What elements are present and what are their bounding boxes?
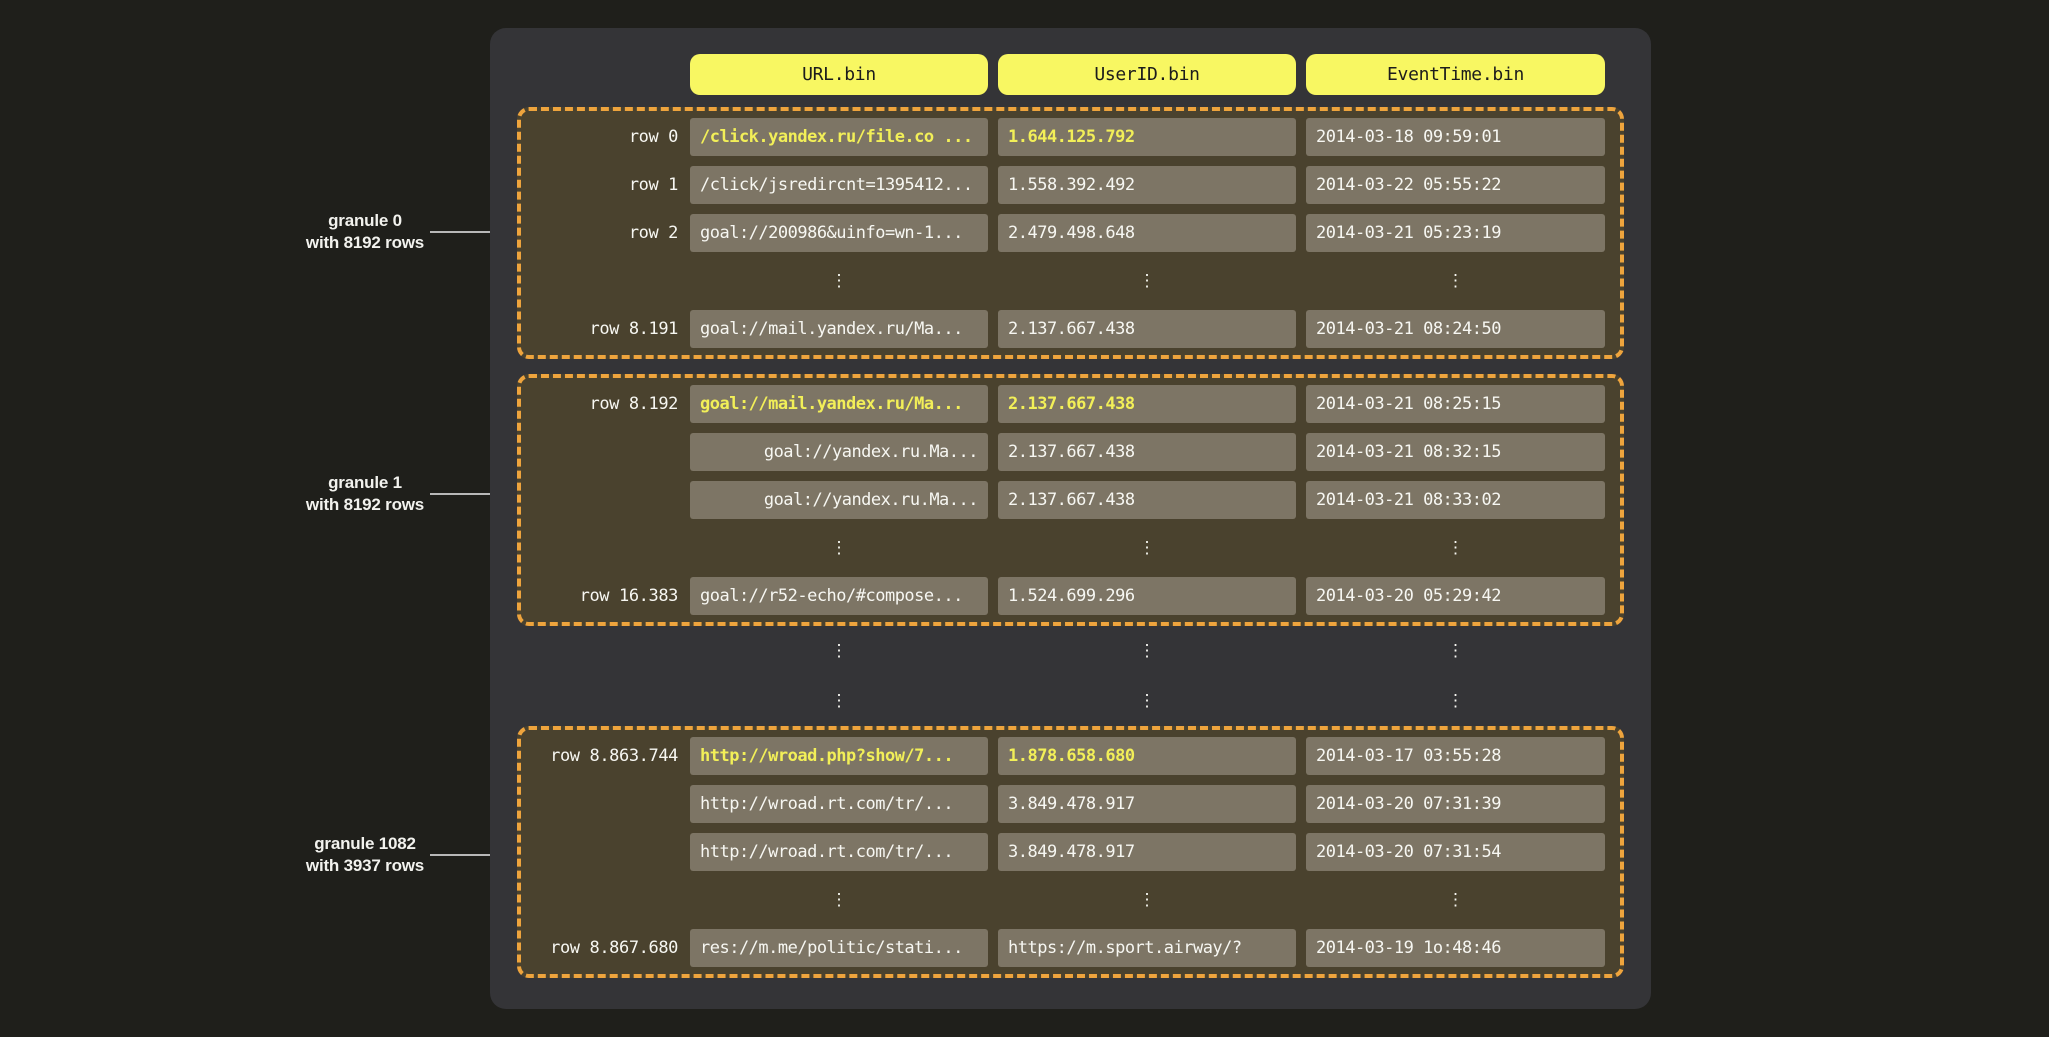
ellipsis-placeholder: ⋮ [998,529,1296,567]
granule-0-box: row 0 /click.yandex.ru/file.co ... 1.644… [517,107,1624,359]
eventtime-cell: 2014-03-19 1o:48:46 [1306,929,1605,967]
eventtime-cell: 2014-03-20 07:31:54 [1306,833,1605,871]
ellipsis-row: ⋮ ⋮ ⋮ [521,529,1605,567]
row-label: row 0 [521,118,680,156]
userid-cell: 2.137.667.438 [998,433,1296,471]
ellipsis-row: ⋮ ⋮ ⋮ [521,262,1605,300]
url-cell: goal://mail.yandex.ru/Ma... [690,310,988,348]
url-cell: goal://mail.yandex.ru/Ma... [690,385,988,423]
row-label [521,481,680,519]
eventtime-cell: 2014-03-20 05:29:42 [1306,577,1605,615]
eventtime-cell: 2014-03-22 05:55:22 [1306,166,1605,204]
row-label: row 8.191 [521,310,680,348]
table-row: http://wroad.rt.com/tr/... 3.849.478.917… [521,785,1605,823]
ellipsis-placeholder: ⋮ [1306,262,1605,300]
ellipsis-placeholder: ⋮ [998,262,1296,300]
table-row: row 8.867.680 res://m.me/politic/stati..… [521,929,1605,967]
granule-1-label-name: granule 1 [215,472,515,494]
userid-cell: 2.479.498.648 [998,214,1296,252]
table-row: row 16.383 goal://r52-echo/#compose... 1… [521,577,1605,615]
table-row: row 2 goal://200986&uinfo=wn-1... 2.479.… [521,214,1605,252]
header-pill-userid-bin: UserID.bin [998,54,1296,95]
userid-cell: 1.878.658.680 [998,737,1296,775]
ellipsis-placeholder: ⋮ [998,881,1296,919]
column-headers: URL.bin UserID.bin EventTime.bin [517,54,1624,95]
ellipsis-placeholder: ⋮ [690,881,988,919]
ellipsis-placeholder: ⋮ [690,641,988,661]
ellipsis-placeholder: ⋮ [690,691,988,711]
userid-cell: 2.137.667.438 [998,385,1296,423]
row-label: row 8.867.680 [521,929,680,967]
eventtime-cell: 2014-03-20 07:31:39 [1306,785,1605,823]
table-row: row 0 /click.yandex.ru/file.co ... 1.644… [521,118,1605,156]
header-pill-eventtime-bin: EventTime.bin [1306,54,1605,95]
row-label: row 8.863.744 [521,737,680,775]
header-pill-url-bin: URL.bin [690,54,988,95]
url-cell: http://wroad.rt.com/tr/... [690,833,988,871]
userid-cell: 2.137.667.438 [998,481,1296,519]
url-cell: /click/jsredircnt=1395412... [690,166,988,204]
ellipsis-placeholder: ⋮ [998,641,1296,661]
granule-1082-label-rows: with 3937 rows [215,855,515,877]
url-cell: http://wroad.php?show/7... [690,737,988,775]
ellipsis-placeholder: ⋮ [1306,881,1605,919]
ellipsis-placeholder: ⋮ [1306,641,1605,661]
eventtime-cell: 2014-03-21 08:24:50 [1306,310,1605,348]
granule-0-label-name: granule 0 [215,210,515,232]
between-granules-ellipsis-row: ⋮ ⋮ ⋮ [517,676,1624,726]
ellipsis-placeholder: ⋮ [1306,691,1605,711]
eventtime-cell: 2014-03-21 05:23:19 [1306,214,1605,252]
userid-cell: 1.644.125.792 [998,118,1296,156]
url-cell: goal://yandex.ru.Ma... [690,433,988,471]
eventtime-cell: 2014-03-21 08:25:15 [1306,385,1605,423]
eventtime-cell: 2014-03-17 03:55:28 [1306,737,1605,775]
ellipsis-placeholder: ⋮ [690,529,988,567]
userid-cell: 1.524.699.296 [998,577,1296,615]
eventtime-cell: 2014-03-18 09:59:01 [1306,118,1605,156]
url-cell: /click.yandex.ru/file.co ... [690,118,988,156]
url-cell: goal://r52-echo/#compose... [690,577,988,615]
table-row: goal://yandex.ru.Ma... 2.137.667.438 201… [521,433,1605,471]
granule-1-label-rows: with 8192 rows [215,494,515,516]
table-row: http://wroad.rt.com/tr/... 3.849.478.917… [521,833,1605,871]
ellipsis-row: ⋮ ⋮ ⋮ [521,881,1605,919]
diagram-canvas: { "colors": { "page_bg": "#1f1f1b", "pan… [0,0,2049,1037]
row-label: row 1 [521,166,680,204]
row-label: row 16.383 [521,577,680,615]
userid-cell: 3.849.478.917 [998,833,1296,871]
row-label: row 8.192 [521,385,680,423]
table-row: row 8.863.744 http://wroad.php?show/7...… [521,737,1605,775]
granule-1-box: row 8.192 goal://mail.yandex.ru/Ma... 2.… [517,374,1624,626]
granule-0-label-rows: with 8192 rows [215,232,515,254]
granule-1082-box: row 8.863.744 http://wroad.php?show/7...… [517,726,1624,978]
url-cell: http://wroad.rt.com/tr/... [690,785,988,823]
granule-1082-label-name: granule 1082 [215,833,515,855]
row-label: row 2 [521,214,680,252]
url-cell: goal://200986&uinfo=wn-1... [690,214,988,252]
table-row: row 8.192 goal://mail.yandex.ru/Ma... 2.… [521,385,1605,423]
userid-cell: 3.849.478.917 [998,785,1296,823]
row-label [521,433,680,471]
table-panel: URL.bin UserID.bin EventTime.bin row 0 /… [490,28,1651,1009]
eventtime-cell: 2014-03-21 08:32:15 [1306,433,1605,471]
url-cell: res://m.me/politic/stati... [690,929,988,967]
table-row: row 8.191 goal://mail.yandex.ru/Ma... 2.… [521,310,1605,348]
row-label [521,785,680,823]
userid-cell: https://m.sport.airway/? [998,929,1296,967]
userid-cell: 2.137.667.438 [998,310,1296,348]
ellipsis-placeholder: ⋮ [1306,529,1605,567]
ellipsis-placeholder: ⋮ [998,691,1296,711]
ellipsis-placeholder: ⋮ [690,262,988,300]
between-granules-ellipsis-row: ⋮ ⋮ ⋮ [517,626,1624,676]
table-row: row 1 /click/jsredircnt=1395412... 1.558… [521,166,1605,204]
url-cell: goal://yandex.ru.Ma... [690,481,988,519]
eventtime-cell: 2014-03-21 08:33:02 [1306,481,1605,519]
row-label [521,833,680,871]
table-row: goal://yandex.ru.Ma... 2.137.667.438 201… [521,481,1605,519]
userid-cell: 1.558.392.492 [998,166,1296,204]
